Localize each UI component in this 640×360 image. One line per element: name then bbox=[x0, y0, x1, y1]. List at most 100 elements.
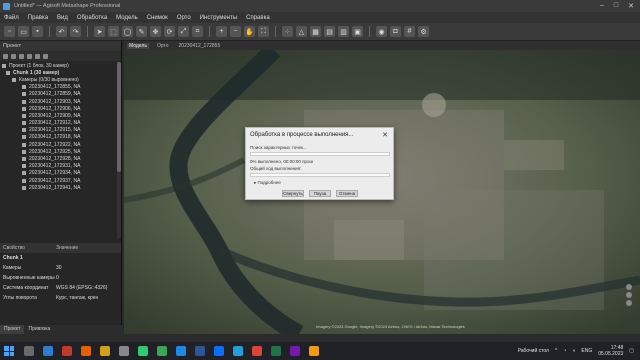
tab-project[interactable]: Проект bbox=[0, 325, 25, 334]
reset-view-icon[interactable] bbox=[626, 300, 632, 306]
app-red-icon[interactable] bbox=[62, 346, 72, 356]
texture-icon[interactable]: ▦ bbox=[310, 26, 321, 37]
project-scrollbar[interactable] bbox=[117, 62, 121, 238]
clock[interactable]: 17:48 05.05.2023 bbox=[598, 345, 623, 357]
dem-icon[interactable]: ▥ bbox=[338, 26, 349, 37]
excel-icon[interactable] bbox=[271, 346, 281, 356]
details-toggle[interactable]: ▸ Подробнее bbox=[254, 180, 281, 186]
tiled-icon[interactable]: ▤ bbox=[324, 26, 335, 37]
close-icon[interactable]: ✕ bbox=[382, 131, 388, 139]
menu-tools[interactable]: Инструменты bbox=[200, 15, 237, 21]
camera-item[interactable]: 20230412_172903, NA bbox=[0, 98, 121, 105]
menu-edit[interactable]: Правка bbox=[28, 15, 48, 21]
camera-icon[interactable]: ◘ bbox=[390, 26, 401, 37]
camera-item[interactable]: 20230412_172909, NA bbox=[0, 112, 121, 119]
zoom-in-icon[interactable]: + bbox=[216, 26, 227, 37]
network-icon[interactable]: ◔ bbox=[563, 348, 566, 354]
redo-icon[interactable]: ↷ bbox=[70, 26, 81, 37]
resize-icon[interactable]: ⤢ bbox=[178, 26, 189, 37]
rect-select-icon[interactable]: ⬚ bbox=[108, 26, 119, 37]
photos-icon[interactable] bbox=[43, 346, 53, 356]
language-indicator[interactable]: ENG bbox=[581, 348, 592, 354]
app-blue-icon[interactable] bbox=[214, 346, 224, 356]
settings-icon[interactable]: ⚙ bbox=[418, 26, 429, 37]
new-icon[interactable]: ▫ bbox=[4, 26, 15, 37]
minimize-icon[interactable]: – bbox=[600, 2, 604, 10]
camera-item[interactable]: 20230412_172859, NA bbox=[0, 91, 121, 98]
add-folder-icon[interactable] bbox=[19, 53, 24, 59]
fit-icon[interactable]: ⛶ bbox=[258, 26, 269, 37]
tab-ortho[interactable]: Орто bbox=[155, 43, 171, 49]
enable-icon[interactable] bbox=[35, 53, 40, 59]
edge-icon[interactable] bbox=[176, 346, 186, 356]
menu-model[interactable]: Модель bbox=[116, 15, 138, 21]
tree-cameras-group[interactable]: Камеры (0/30 выровнено) bbox=[0, 76, 121, 83]
free-select-icon[interactable]: ✎ bbox=[136, 26, 147, 37]
menu-view[interactable]: Вид bbox=[57, 15, 68, 21]
camera-item[interactable]: 20230412_172925, NA bbox=[0, 148, 121, 155]
browser-icon[interactable] bbox=[138, 346, 148, 356]
camera-item[interactable]: 20230412_172915, NA bbox=[0, 127, 121, 134]
camera-item[interactable]: 20230412_172922, NA bbox=[0, 141, 121, 148]
camera-item[interactable]: 20230412_172931, NA bbox=[0, 163, 121, 170]
chrome2-icon[interactable] bbox=[252, 346, 262, 356]
search-icon[interactable] bbox=[24, 346, 34, 356]
camera-item[interactable]: 20230412_172918, NA bbox=[0, 134, 121, 141]
rotate-icon[interactable]: ⟳ bbox=[164, 26, 175, 37]
move-icon[interactable]: ✥ bbox=[150, 26, 161, 37]
mesh-icon[interactable]: △ bbox=[296, 26, 307, 37]
pointer-icon[interactable]: ➤ bbox=[94, 26, 105, 37]
dense-cloud-icon[interactable]: ⁘ bbox=[282, 26, 293, 37]
menu-photo[interactable]: Снимок bbox=[147, 15, 168, 21]
notifications-icon[interactable]: ▢ bbox=[629, 348, 634, 354]
camera-item[interactable]: 20230412_172934, NA bbox=[0, 170, 121, 177]
camera-item[interactable]: 20230412_172941, NA bbox=[0, 184, 121, 191]
cancel-button[interactable]: Отмена bbox=[336, 190, 358, 197]
firefox-icon[interactable] bbox=[81, 346, 91, 356]
open-icon[interactable]: ▭ bbox=[18, 26, 29, 37]
add-chunk-icon[interactable] bbox=[3, 53, 8, 59]
tab-model[interactable]: Модель bbox=[127, 42, 149, 49]
grid-icon[interactable]: # bbox=[404, 26, 415, 37]
save-icon[interactable]: ▪ bbox=[32, 26, 43, 37]
pinwheel-icon[interactable] bbox=[119, 346, 129, 356]
remove-icon[interactable] bbox=[27, 53, 32, 59]
metashape-icon[interactable] bbox=[100, 346, 110, 356]
word-icon[interactable] bbox=[195, 346, 205, 356]
chrome-icon[interactable] bbox=[157, 346, 167, 356]
undo-icon[interactable]: ↶ bbox=[56, 26, 67, 37]
app-orange-icon[interactable] bbox=[309, 346, 319, 356]
windows-start-icon[interactable] bbox=[4, 346, 14, 356]
display-icon[interactable]: ◉ bbox=[376, 26, 387, 37]
menu-file[interactable]: Файл bbox=[4, 15, 19, 21]
maximize-icon[interactable]: □ bbox=[614, 2, 618, 10]
minimize-button[interactable]: Свернуть bbox=[282, 190, 304, 197]
close-icon[interactable]: ✕ bbox=[628, 2, 634, 10]
camera-item[interactable]: 20230412_172855, NA bbox=[0, 84, 121, 91]
zoom-in-nav-icon[interactable] bbox=[626, 284, 632, 290]
menu-workflow[interactable]: Обработка bbox=[77, 15, 107, 21]
pan-icon[interactable]: ✋ bbox=[244, 26, 255, 37]
zoom-out-nav-icon[interactable] bbox=[626, 292, 632, 298]
menu-help[interactable]: Справка bbox=[246, 15, 270, 21]
tab-reference[interactable]: Привязка bbox=[24, 325, 54, 334]
camera-item[interactable]: 20230412_172912, NA bbox=[0, 120, 121, 127]
desktop-label[interactable]: Рабочий стол bbox=[518, 348, 549, 354]
onenote-icon[interactable] bbox=[290, 346, 300, 356]
tree-chunk[interactable]: Chunk 1 (30 камер) bbox=[0, 69, 121, 76]
camera-item[interactable]: 20230412_172906, NA bbox=[0, 105, 121, 112]
menu-ortho[interactable]: Орто bbox=[177, 15, 191, 21]
camera-item[interactable]: 20230412_172928, NA bbox=[0, 155, 121, 162]
volume-icon[interactable]: ◖ bbox=[572, 348, 575, 354]
telegram-icon[interactable] bbox=[233, 346, 243, 356]
ortho-icon[interactable]: ▣ bbox=[352, 26, 363, 37]
disable-icon[interactable] bbox=[43, 53, 48, 59]
zoom-out-icon[interactable]: − bbox=[230, 26, 241, 37]
tray-chevron-icon[interactable]: ^ bbox=[555, 348, 557, 354]
crop-icon[interactable]: ⌗ bbox=[192, 26, 203, 37]
camera-item[interactable]: 20230412_172937, NA bbox=[0, 177, 121, 184]
add-photos-icon[interactable] bbox=[11, 53, 16, 59]
scrollbar-thumb[interactable] bbox=[117, 62, 121, 172]
tab-photo[interactable]: 20230412_172855 bbox=[177, 43, 223, 49]
circle-select-icon[interactable]: ◯ bbox=[122, 26, 133, 37]
